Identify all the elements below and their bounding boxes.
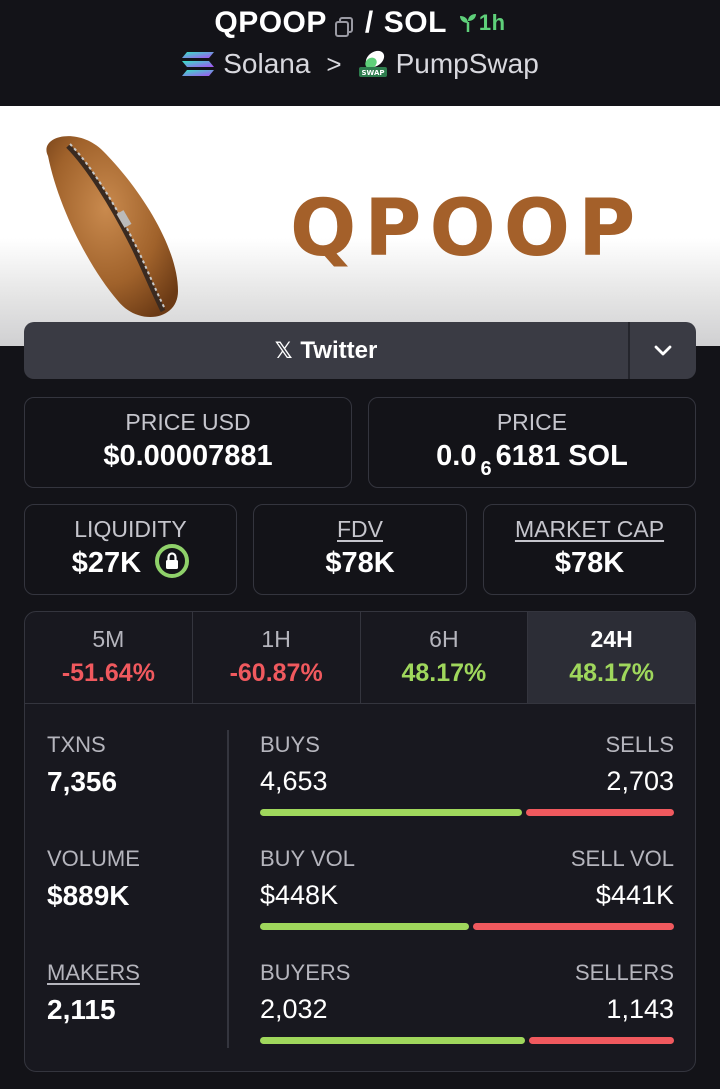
pair-header: QPOOP / SOL 1h Solana > SWAP PumpSwap xyxy=(0,0,720,106)
liquidity-value: $27K xyxy=(71,547,142,579)
sells-value: 2,703 xyxy=(606,766,674,796)
volume-split: BUY VOL SELL VOL $448K $441K xyxy=(260,846,674,930)
tab-6h[interactable]: 6H 48.17% xyxy=(361,612,529,703)
price-change-value: 48.17% xyxy=(401,659,487,687)
solana-icon xyxy=(182,52,215,76)
makers-metric: MAKERS 2,115 xyxy=(47,960,140,1026)
timeframe-tabs: 5M -51.64% 1H -60.87% 6H 48.17% 24H 48.1… xyxy=(25,612,695,704)
tab-label: 24H xyxy=(590,626,633,652)
price-zero-count: 6 xyxy=(480,458,492,480)
txns-value: 7,356 xyxy=(47,766,118,797)
txns-metric: TXNS 7,356 xyxy=(47,732,117,798)
market-cap-value: $78K xyxy=(554,547,625,579)
buyers-sellers-bar xyxy=(260,1037,674,1044)
token-banner: QPOOP xyxy=(0,106,720,346)
volume-value: $889K xyxy=(47,880,130,911)
buy-volume-bar-fill xyxy=(260,923,469,930)
tab-1h[interactable]: 1H -60.87% xyxy=(193,612,361,703)
liquidity-value-row: $27K xyxy=(25,544,236,581)
tab-5m[interactable]: 5M -51.64% xyxy=(25,612,193,703)
txns-label: TXNS xyxy=(47,732,106,757)
sellers-bar-fill xyxy=(528,1037,674,1044)
column-divider xyxy=(227,730,229,1048)
price-usd-card: PRICE USD $0.00007881 xyxy=(24,397,352,488)
liquidity-label: LIQUIDITY xyxy=(74,516,187,542)
buys-value: 4,653 xyxy=(260,766,328,796)
makers-value: 2,115 xyxy=(47,994,116,1025)
token-mascot-image xyxy=(46,136,178,318)
chevron-down-icon xyxy=(654,345,672,355)
volume-bar xyxy=(260,923,674,930)
market-cap-card: MARKET CAP $78K xyxy=(483,504,696,595)
copy-icon[interactable] xyxy=(333,12,355,37)
sell-volume-bar-fill xyxy=(472,923,674,930)
sell-volume-value: $441K xyxy=(595,880,674,910)
price-change-value: -60.87% xyxy=(229,659,323,687)
makers-label[interactable]: MAKERS xyxy=(47,960,140,986)
volume-metric: VOLUME $889K xyxy=(47,846,140,912)
buyers-value: 2,032 xyxy=(260,994,328,1024)
more-links-button[interactable] xyxy=(628,322,696,379)
social-bar: 𝕏 Twitter xyxy=(24,322,696,379)
buyers-sellers-split: BUYERS SELLERS 2,032 1,143 xyxy=(260,960,674,1044)
tab-label: 1H xyxy=(261,626,291,652)
price-usd-label: PRICE USD xyxy=(125,409,251,435)
sell-bar-fill xyxy=(526,809,674,816)
buys-label: BUYS xyxy=(260,732,320,757)
buyers-label: BUYERS xyxy=(260,960,351,985)
pumpswap-badge-text: SWAP xyxy=(361,69,384,77)
price-suffix: 6181 SOL xyxy=(495,440,628,472)
breadcrumb-chain[interactable]: Solana xyxy=(223,48,310,80)
market-cap-label[interactable]: MARKET CAP xyxy=(484,516,695,543)
price-prefix: 0.0 xyxy=(436,440,477,472)
tab-label: 5M xyxy=(92,626,125,652)
token-symbol: QPOOP xyxy=(214,6,327,39)
banner-title: QPOOP xyxy=(290,184,644,274)
pair-age: 1h xyxy=(457,10,506,36)
trading-stats-panel: 5M -51.64% 1H -60.87% 6H 48.17% 24H 48.1… xyxy=(24,611,696,1072)
pair-title: QPOOP / SOL 1h xyxy=(0,6,720,40)
twitter-button[interactable]: 𝕏 Twitter xyxy=(24,322,628,379)
fdv-value: $78K xyxy=(325,547,395,579)
pumpswap-icon: SWAP xyxy=(358,50,387,77)
volume-label: VOLUME xyxy=(47,846,140,871)
tab-label: 6H xyxy=(429,626,459,652)
sprout-icon xyxy=(459,14,476,32)
price-native-card: PRICE 0.0 6 6181 SOL xyxy=(368,397,696,488)
buy-volume-value: $448K xyxy=(260,880,339,910)
breadcrumb: Solana > SWAP PumpSwap xyxy=(0,48,720,80)
sell-volume-label: SELL VOL xyxy=(570,846,674,871)
price-change-value: 48.17% xyxy=(569,659,655,687)
fdv-card: FDV $78K xyxy=(253,504,467,595)
price-change-value: -51.64% xyxy=(61,659,155,687)
tab-24h[interactable]: 24H 48.17% xyxy=(528,612,695,703)
breadcrumb-separator: > xyxy=(326,48,342,79)
buyers-bar-fill xyxy=(260,1037,525,1044)
price-native-label: PRICE xyxy=(496,409,568,435)
liquidity-card: LIQUIDITY $27K xyxy=(24,504,237,595)
twitter-label: Twitter xyxy=(300,336,378,364)
buy-bar-fill xyxy=(260,809,523,816)
sells-label: SELLS xyxy=(605,732,675,757)
sellers-value: 1,143 xyxy=(606,994,674,1024)
price-native-value: 0.0 6 6181 SOL xyxy=(369,440,695,480)
sellers-label: SELLERS xyxy=(574,960,674,985)
buy-volume-label: BUY VOL xyxy=(260,846,355,871)
breadcrumb-dex[interactable]: PumpSwap xyxy=(396,48,539,80)
quote-symbol: SOL xyxy=(383,6,447,39)
buys-sells-split: BUYS SELLS 4,653 2,703 xyxy=(260,732,674,816)
buys-sells-bar xyxy=(260,809,674,816)
age-label: 1h xyxy=(478,10,506,35)
price-usd-value: $0.00007881 xyxy=(103,440,273,472)
pair-slash: / xyxy=(364,6,374,39)
x-logo-icon: 𝕏 xyxy=(274,337,293,363)
lock-icon[interactable] xyxy=(155,544,190,579)
fdv-label[interactable]: FDV xyxy=(254,516,466,543)
